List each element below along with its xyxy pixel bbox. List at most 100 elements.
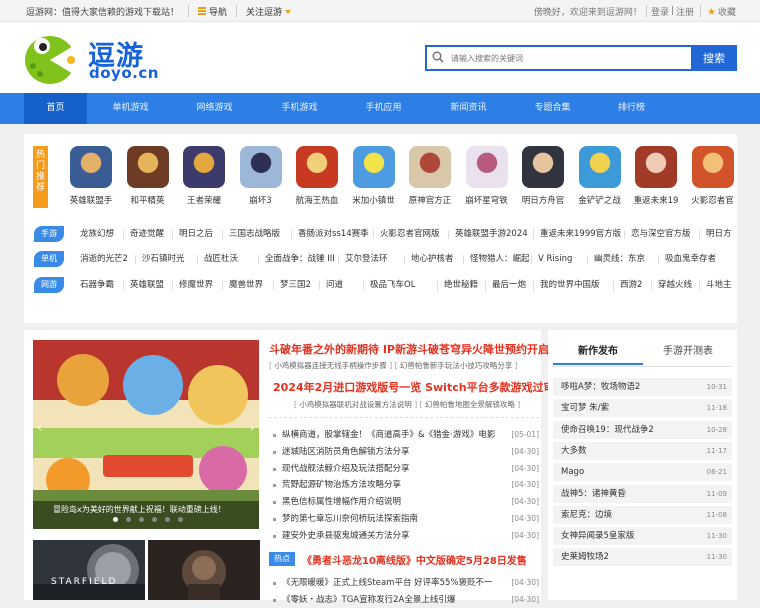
search-button[interactable]: 搜索 bbox=[691, 45, 737, 71]
sub-link[interactable]: 小鸡模拟器连接无线手柄操作步骤 bbox=[274, 361, 387, 370]
tag-link[interactable]: 龙族幻想 bbox=[80, 226, 114, 242]
news-item[interactable]: 纵横商道，股掌辖金！《商道高手》&《猎金·游戏》电影 [05-01] bbox=[269, 427, 539, 443]
hot-game-item[interactable]: 米加小镇世 bbox=[349, 146, 399, 206]
carousel-dot[interactable] bbox=[139, 517, 144, 522]
site-nav-menu[interactable]: 导航 bbox=[198, 5, 227, 18]
nav-online-games[interactable]: 网络游戏 bbox=[183, 93, 246, 124]
hot-game-item[interactable]: 原神官方正 bbox=[405, 146, 455, 206]
nav-pc-games[interactable]: 单机游戏 bbox=[99, 93, 162, 124]
tag-link[interactable]: 香肠派对ss14赛季 bbox=[298, 226, 369, 242]
carousel-dot[interactable] bbox=[113, 517, 118, 522]
favorite-link[interactable]: ★ 收藏 bbox=[707, 5, 736, 18]
tag-link[interactable]: 极品飞车OL bbox=[370, 277, 415, 293]
nav-mobile-games[interactable]: 手机游戏 bbox=[268, 93, 331, 124]
tag-link[interactable]: 幽灵线：东京 bbox=[594, 251, 645, 267]
release-item[interactable]: 宝可梦 朱/紫 11-18 bbox=[553, 399, 732, 418]
tag-link[interactable]: 梦三国2 bbox=[280, 277, 311, 293]
release-item[interactable]: 战神5：诸神黄昏 11-09 bbox=[553, 484, 732, 503]
hot-game-item[interactable]: 王者荣耀 bbox=[179, 146, 229, 206]
search-input[interactable] bbox=[451, 49, 691, 67]
headline-title-2[interactable]: 2024年2月进口游戏版号一览 Switch平台多款游戏过审 bbox=[273, 379, 555, 395]
release-item[interactable]: 哆啦A梦：牧场物语2 10-31 bbox=[553, 378, 732, 396]
tag-link[interactable]: 斗地主 bbox=[706, 277, 732, 293]
nav-mobile-apps[interactable]: 手机应用 bbox=[352, 93, 415, 124]
tag-link[interactable]: 三国志战略版 bbox=[229, 226, 280, 242]
news-item[interactable]: 梦的第七章忘川奈何桥玩法探索指南 [04-30] bbox=[269, 511, 539, 527]
hot-game-item[interactable]: 英雄联盟手 bbox=[66, 146, 116, 206]
tag-link[interactable]: 恋与深空官方版 bbox=[631, 226, 691, 242]
tag-link[interactable]: 西游2 bbox=[620, 277, 642, 293]
news-item[interactable]: 建安外史承县驱鬼城通关方法分享 [04-30] bbox=[269, 528, 539, 544]
sub-link[interactable]: 小鸡模拟器联机对战设置方法说明 bbox=[299, 400, 412, 409]
tag-link[interactable]: 石器争霸 bbox=[80, 277, 114, 293]
news-item[interactable]: 迷城陆区消防员角色解锁方法分享 [04-30] bbox=[269, 444, 539, 460]
tag-link[interactable]: 奇迹觉醒 bbox=[130, 226, 164, 242]
hot-game-item[interactable]: 航海王热血 bbox=[292, 146, 342, 206]
thumb-game[interactable] bbox=[148, 540, 260, 600]
tag-link[interactable]: 英雄联盟 bbox=[130, 277, 164, 293]
tag-link[interactable]: 火影忍者官网版 bbox=[380, 226, 440, 242]
release-item[interactable]: 使命召唤19：现代战争2 10-28 bbox=[553, 420, 732, 439]
tag-link[interactable]: 英雄联盟手游2024 bbox=[455, 226, 528, 242]
tag-link[interactable]: 魔兽世界 bbox=[229, 277, 263, 293]
hot-game-item[interactable]: 明日方舟官 bbox=[518, 146, 568, 206]
tag-link[interactable]: 沙石镇时光 bbox=[142, 251, 185, 267]
headline-title[interactable]: 斗破年番之外的新期待 IP新游斗破苍穹异火降世预约开启 bbox=[269, 341, 549, 357]
hot-game-item[interactable]: 和平精英 bbox=[123, 146, 173, 206]
release-item[interactable]: 史莱姆牧场2 11-30 bbox=[553, 548, 732, 567]
release-item[interactable]: 女神异闻录5皇家版 11-30 bbox=[553, 527, 732, 546]
news-item[interactable]: 荒野起源矿物治炼方法攻略分享 [04-30] bbox=[269, 477, 539, 493]
tab-test-schedule[interactable]: 手游开测表 bbox=[643, 338, 733, 365]
hot-news-item[interactable]: 《零妖・战志》TGA宣称发行2A全景上线引爆 [04-30] bbox=[269, 592, 539, 608]
tag-link[interactable]: 战匠杜沃 bbox=[204, 251, 238, 267]
follow-menu[interactable]: 关注逗游 bbox=[246, 5, 292, 18]
tag-link[interactable]: 问道 bbox=[326, 277, 343, 293]
tag-link[interactable]: 吸血鬼幸存者 bbox=[665, 251, 716, 267]
release-item[interactable]: Mago 06-21 bbox=[553, 463, 732, 482]
hot-title[interactable]: 《勇者斗恶龙10离线版》中文版确定5月28日发售 bbox=[302, 552, 527, 567]
tag-link[interactable]: 明日之后 bbox=[179, 226, 213, 242]
tag-link[interactable]: 消逝的光芒2 bbox=[80, 251, 128, 267]
nav-topics[interactable]: 专题合集 bbox=[521, 93, 584, 124]
release-item[interactable]: 索尼克：边境 11-08 bbox=[553, 505, 732, 524]
tag-link[interactable]: 我的世界中国版 bbox=[540, 277, 600, 293]
hot-game-item[interactable]: 崩坏星穹铁 bbox=[462, 146, 512, 206]
carousel-dot[interactable] bbox=[126, 517, 131, 522]
tag-link[interactable]: 绝世秘籍 bbox=[444, 277, 478, 293]
hot-news-item[interactable]: 《无限暖暖》正式上线Steam平台 好评率55%褒贬不一 [04-30] bbox=[269, 575, 539, 591]
tag-link[interactable]: 修魔世界 bbox=[179, 277, 213, 293]
news-item[interactable]: 现代战舰法鲸介绍及玩法搭配分享 [04-30] bbox=[269, 461, 539, 477]
chevron-left-icon[interactable]: ‹ bbox=[37, 420, 43, 436]
hot-game-item[interactable]: 重返未来19 bbox=[631, 146, 681, 206]
news-item[interactable]: 黑色信标属性增幅作用介绍说明 [04-30] bbox=[269, 494, 539, 510]
hot-game-item[interactable]: 崩坏3 bbox=[236, 146, 286, 206]
tag-link[interactable]: 怪物猎人：崛起 bbox=[470, 251, 530, 267]
tag-link[interactable]: 地心护核者 bbox=[411, 251, 454, 267]
nav-news[interactable]: 新闻资讯 bbox=[437, 93, 500, 124]
carousel-dot[interactable] bbox=[165, 517, 170, 522]
site-logo[interactable]: 逗游 doyo.cn bbox=[24, 32, 158, 87]
register-link[interactable]: 注册 bbox=[676, 5, 694, 18]
banner-carousel[interactable]: 冒险岛x为美好的世界献上祝福！联动重磅上线！ ‹ › bbox=[33, 340, 259, 529]
tag-link[interactable]: 艾尔登法环 bbox=[345, 251, 388, 267]
tab-new-release[interactable]: 新作发布 bbox=[553, 338, 643, 365]
tag-link[interactable]: V Rising bbox=[538, 251, 572, 267]
thumb-starfield[interactable]: STARFIELD bbox=[33, 540, 145, 600]
tag-link[interactable]: 最后一炮 bbox=[492, 277, 526, 293]
carousel-dot[interactable] bbox=[152, 517, 157, 522]
tag-link[interactable]: 穿越火线 bbox=[658, 277, 692, 293]
carousel-dot[interactable] bbox=[178, 517, 183, 522]
nav-home[interactable]: 首页 bbox=[24, 93, 87, 124]
tag-link[interactable]: 明日方 bbox=[706, 226, 732, 242]
nav-rankings[interactable]: 排行榜 bbox=[600, 93, 663, 124]
news-title: 黑色信标属性增幅作用介绍说明 bbox=[282, 497, 402, 508]
sub-link[interactable]: 幻兽帕鲁地图全景解锁攻略 bbox=[425, 400, 515, 409]
sub-link[interactable]: 幻兽帕鲁新手玩法小技巧攻略分享 bbox=[400, 361, 513, 370]
chevron-right-icon[interactable]: › bbox=[249, 420, 255, 436]
tag-link[interactable]: 全面战争：战锤 III bbox=[265, 251, 335, 267]
login-link[interactable]: 登录 bbox=[651, 5, 669, 18]
hot-game-item[interactable]: 火影忍者官 bbox=[688, 146, 738, 206]
hot-game-item[interactable]: 金铲铲之战 bbox=[575, 146, 625, 206]
release-item[interactable]: 大多数 11-17 bbox=[553, 441, 732, 460]
tag-link[interactable]: 重返未来1999官方版 bbox=[540, 226, 621, 242]
